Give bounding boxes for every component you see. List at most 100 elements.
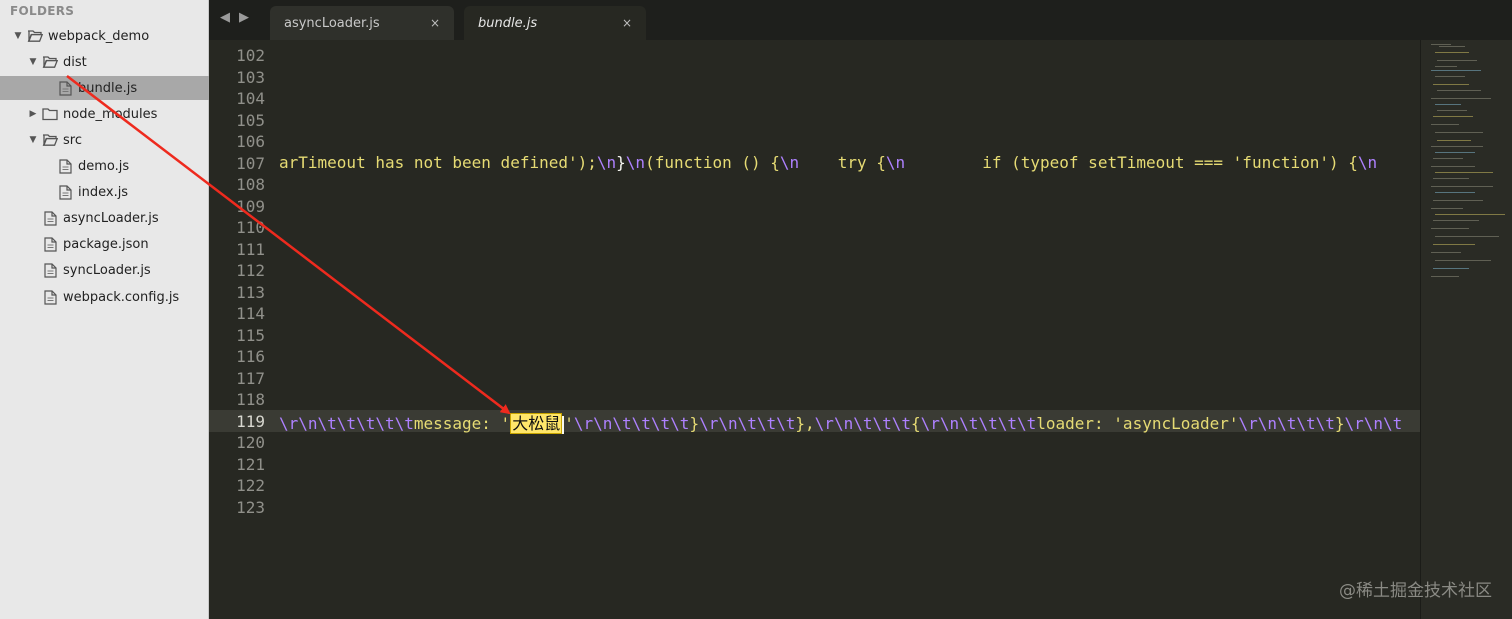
tree-item-index-js[interactable]: ▶index.js <box>0 180 209 204</box>
minimap-line <box>1433 244 1475 245</box>
code-string: arTimeout has not been defined'); <box>279 153 597 172</box>
minimap-line <box>1437 90 1481 91</box>
escape-seq: \r\n\t\t\t\t <box>920 414 1037 433</box>
minimap-line <box>1431 124 1459 125</box>
line-number: 109 <box>236 196 265 216</box>
minimap-line <box>1435 152 1475 153</box>
line-number: 113 <box>236 282 265 302</box>
escape-seq: \n <box>596 153 617 172</box>
minimap-line <box>1435 236 1499 237</box>
code-line-119[interactable]: \r\n\t\t\t\t\tmessage: ' 大松鼠 '\r\n\t\t\t\t… <box>279 410 1402 434</box>
disclosure-open-icon[interactable]: ▼ <box>12 31 24 41</box>
escape-seq: \n <box>1357 153 1378 172</box>
escape-seq: \r\n\t\t\t\t\t <box>279 414 414 433</box>
tree-item-label: bundle.js <box>78 80 138 96</box>
escape-seq: \n <box>625 153 646 172</box>
minimap-line <box>1433 158 1463 159</box>
file-icon <box>57 80 73 96</box>
tree-item-src[interactable]: ▼ src <box>0 128 209 152</box>
tab-bundle[interactable]: bundle.js × <box>464 6 646 40</box>
disclosure-open-icon[interactable]: ▼ <box>27 135 39 145</box>
close-icon[interactable]: × <box>430 16 440 30</box>
minimap-line <box>1431 146 1483 147</box>
escape-seq: \r\n\t\t\t <box>699 414 796 433</box>
minimap-line <box>1437 110 1467 111</box>
minimap[interactable] <box>1420 40 1512 619</box>
line-number: 110 <box>236 218 265 237</box>
tab-label: bundle.js <box>478 15 538 31</box>
code-string: try { <box>799 153 886 172</box>
nav-back-button[interactable]: ◀ <box>220 10 230 25</box>
escape-seq: \r\n\t\t\t\t <box>573 414 690 433</box>
line-number: 123 <box>236 497 265 517</box>
minimap-line <box>1435 104 1461 105</box>
code-string: }, <box>795 414 815 433</box>
minimap-line <box>1437 140 1471 141</box>
folder-icon <box>42 106 58 122</box>
tree-item-label: index.js <box>78 184 129 200</box>
tree-item-webpack-config-js[interactable]: ▶webpack.config.js <box>0 285 209 309</box>
tree-item-dist[interactable]: ▼ dist <box>0 50 209 74</box>
tree-item-webpack-demo[interactable]: ▼ webpack_demo <box>0 24 209 48</box>
line-number: 103 <box>236 67 265 87</box>
tree-item-asyncloader-js[interactable]: ▶asyncLoader.js <box>0 206 209 230</box>
line-number: 112 <box>236 261 265 280</box>
close-icon[interactable]: × <box>622 16 632 30</box>
minimap-line <box>1435 66 1457 67</box>
line-number: 102 <box>236 46 265 65</box>
tree-item-bundle-js[interactable]: ▶bundle.js <box>0 76 209 100</box>
line-number: 115 <box>236 325 265 345</box>
file-icon <box>42 236 58 252</box>
minimap-line <box>1437 60 1477 61</box>
escape-seq: \r\n\t <box>1344 414 1403 433</box>
minimap-line <box>1435 214 1505 215</box>
tree-item-label: dist <box>63 54 87 70</box>
minimap-line <box>1435 260 1491 261</box>
minimap-line <box>1435 172 1493 173</box>
minimap-line <box>1433 84 1469 85</box>
minimap-line <box>1435 52 1469 53</box>
line-number: 104 <box>236 89 265 108</box>
tab-label: asyncLoader.js <box>284 15 380 31</box>
tree-item-node-modules[interactable]: ▶ node_modules <box>0 102 209 126</box>
file-icon <box>57 158 73 174</box>
file-icon <box>57 184 73 200</box>
line-number: 120 <box>236 433 265 452</box>
minimap-line <box>1431 228 1469 229</box>
minimap-line <box>1431 252 1461 253</box>
code-token: } <box>616 153 626 172</box>
tree-item-label: src <box>63 132 82 148</box>
minimap-line <box>1433 200 1483 201</box>
tab-asyncloader[interactable]: asyncLoader.js × <box>270 6 454 40</box>
minimap-line <box>1433 220 1479 221</box>
escape-seq: \r\n\t\t\t <box>814 414 911 433</box>
minimap-line <box>1431 44 1451 45</box>
line-number: 116 <box>236 347 265 366</box>
minimap-line <box>1431 70 1481 71</box>
minimap-line <box>1431 208 1463 209</box>
disclosure-closed-icon[interactable]: ▶ <box>27 109 39 119</box>
disclosure-open-icon[interactable]: ▼ <box>27 57 39 67</box>
code-line-107[interactable]: arTimeout has not been defined');\n}\n(f… <box>279 153 1377 172</box>
tree-item-label: webpack.config.js <box>63 289 180 305</box>
line-number: 118 <box>236 390 265 409</box>
file-icon <box>42 289 58 305</box>
code-string: ' <box>564 414 574 433</box>
nav-forward-button[interactable]: ▶ <box>239 10 249 25</box>
escape-seq: \n <box>779 153 800 172</box>
tree-item-package-json[interactable]: ▶package.json <box>0 232 209 256</box>
code-string: { <box>911 414 921 433</box>
tree-item-syncloader-js[interactable]: ▶syncLoader.js <box>0 258 209 282</box>
folder-open-icon <box>42 132 58 148</box>
minimap-line <box>1431 276 1459 277</box>
line-number: 117 <box>236 368 265 388</box>
line-number: 111 <box>236 239 265 259</box>
line-number: 108 <box>236 175 265 194</box>
tree-item-demo-js[interactable]: ▶demo.js <box>0 154 209 178</box>
tree-item-label: asyncLoader.js <box>63 210 159 226</box>
minimap-line <box>1431 166 1475 167</box>
code-string: } <box>689 414 700 433</box>
line-number: 121 <box>236 454 265 474</box>
tree-item-label: demo.js <box>78 158 130 174</box>
code-editor[interactable]: 102 103 104 105 106 107 108 109 110 111 112 113 114 1… <box>209 40 1420 619</box>
